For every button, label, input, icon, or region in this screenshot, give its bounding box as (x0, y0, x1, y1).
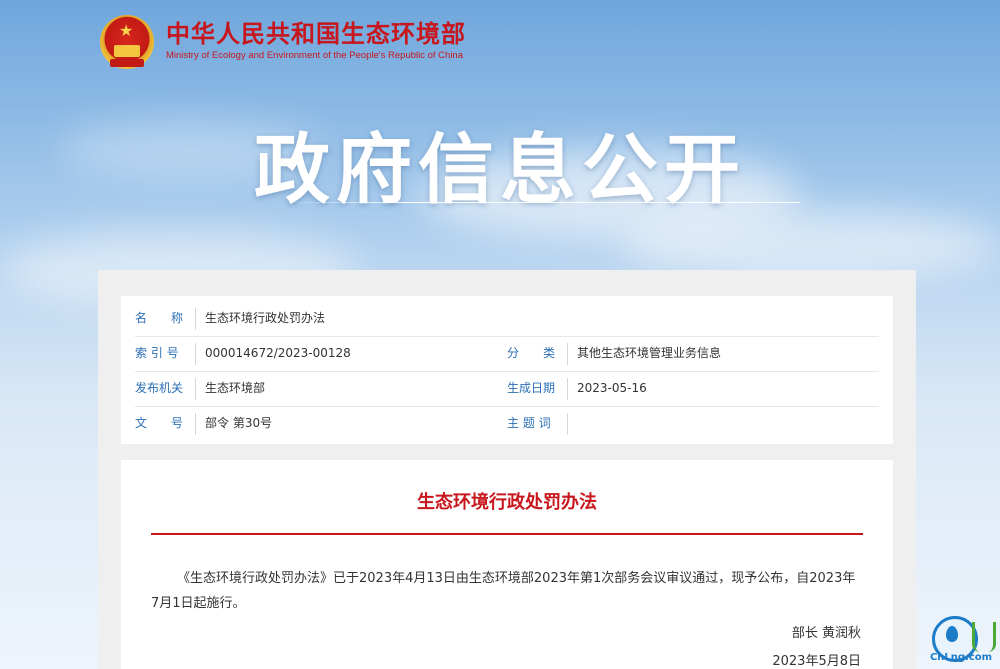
meta-value-category: 其他生态环境管理业务信息 (577, 346, 722, 360)
meta-row-issuer: 发布机关 生态环境部 生成日期 2023-05-16 (121, 371, 893, 406)
meta-separator (567, 413, 568, 435)
document-title: 生态环境行政处罚办法 (417, 492, 597, 513)
meta-value-docno: 部令 第30号 (205, 416, 273, 430)
meta-label-index: 索 引 号 (135, 346, 179, 360)
document-paragraph: 《生态环境行政处罚办法》已于2023年4月13日由生态环境部2023年第1次部务… (151, 571, 856, 611)
site-logo-text[interactable]: 中华人民共和国生态环境部 Ministry of Ecology and Env… (166, 21, 466, 63)
signing-date: 2023年5月8日 (772, 654, 861, 669)
watermark-logo: CnLng.com (928, 616, 996, 664)
ministry-name-cn: 中华人民共和国生态环境部 (166, 21, 466, 48)
meta-label-docno: 文 号 (135, 416, 184, 430)
grass-icon (972, 622, 996, 652)
ministry-name-en: Ministry of Ecology and Environment of t… (166, 50, 464, 61)
document-metadata-table: 名 称 生态环境行政处罚办法 索 引 号 000014672/2023-0012… (121, 296, 893, 444)
document-body: 生态环境行政处罚办法 《生态环境行政处罚办法》已于2023年4月13日由生态环境… (121, 460, 893, 669)
meta-row-docno: 文 号 部令 第30号 主 题 词 (121, 406, 893, 441)
meta-value-index: 000014672/2023-00128 (205, 346, 351, 360)
meta-separator (567, 343, 568, 365)
drop-shape (946, 626, 958, 642)
meta-value-issuer: 生态环境部 (205, 381, 266, 395)
meta-label-subject: 主 题 词 (507, 416, 551, 430)
meta-separator (195, 308, 196, 330)
meta-separator (195, 413, 196, 435)
watermark-text: CnLng.com (929, 652, 993, 663)
meta-separator (195, 343, 196, 365)
site-header: ★ 中华人民共和国生态环境部 Ministry of Ecology and E… (100, 12, 466, 72)
meta-label-category: 分 类 (507, 346, 556, 360)
signer: 部长 黄润秋 (791, 626, 861, 641)
national-emblem-icon[interactable]: ★ (100, 15, 154, 69)
meta-label-issuer: 发布机关 (135, 381, 184, 395)
meta-separator (195, 378, 196, 400)
meta-separator (567, 378, 568, 400)
meta-label-date: 生成日期 (507, 381, 556, 395)
banner-divider (280, 202, 800, 203)
title-divider (151, 533, 863, 535)
meta-value-date: 2023-05-16 (577, 381, 647, 395)
meta-row-index: 索 引 号 000014672/2023-00128 分 类 其他生态环境管理业… (121, 336, 893, 371)
meta-value-name: 生态环境行政处罚办法 (205, 311, 326, 325)
meta-row-name: 名 称 生态环境行政处罚办法 (121, 301, 893, 336)
meta-label-name: 名 称 (135, 311, 184, 325)
